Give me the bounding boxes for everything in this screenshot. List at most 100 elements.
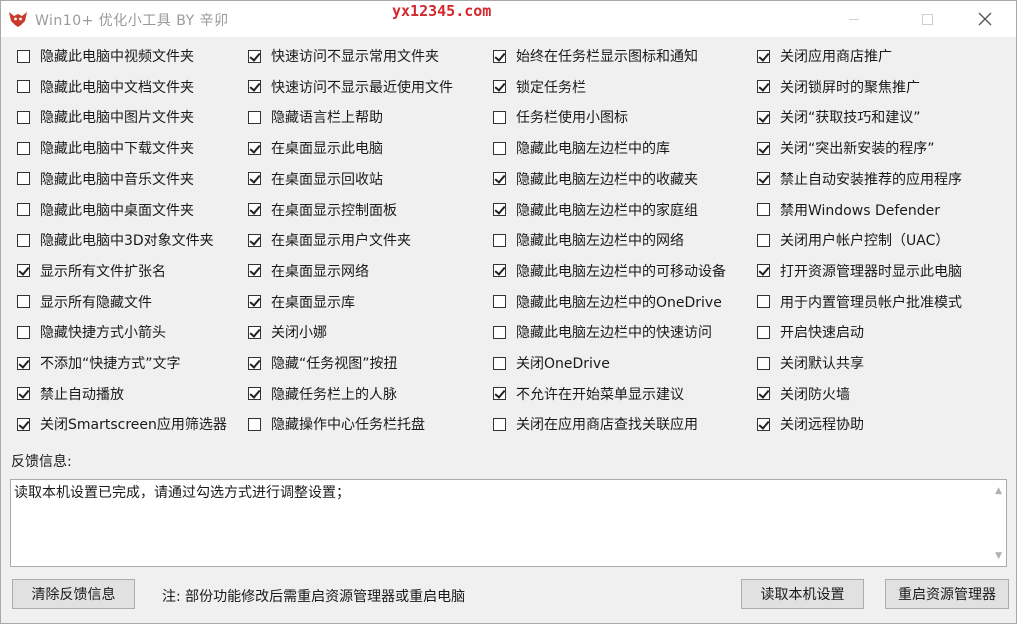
option-checkbox[interactable]: 禁止自动播放 xyxy=(17,383,124,405)
option-checkbox[interactable]: 关闭默认共享 xyxy=(757,352,864,374)
option-checkbox[interactable]: 隐藏此电脑中桌面文件夹 xyxy=(17,199,194,221)
option-checkbox[interactable]: 在桌面显示此电脑 xyxy=(248,137,383,159)
option-checkbox[interactable]: 关闭应用商店推广 xyxy=(757,45,892,67)
unchecked-box-icon[interactable] xyxy=(17,295,30,309)
unchecked-box-icon[interactable] xyxy=(493,325,506,339)
unchecked-box-icon[interactable] xyxy=(493,141,506,155)
checked-box-icon[interactable] xyxy=(248,295,261,309)
option-checkbox[interactable]: 隐藏此电脑中音乐文件夹 xyxy=(17,168,194,190)
option-checkbox[interactable]: 不允许在开始菜单显示建议 xyxy=(493,383,684,405)
checked-box-icon[interactable] xyxy=(757,387,770,401)
option-checkbox[interactable]: 显示所有文件扩张名 xyxy=(17,260,166,282)
unchecked-box-icon[interactable] xyxy=(248,417,261,431)
option-checkbox[interactable]: 隐藏此电脑左边栏中的收藏夹 xyxy=(493,168,698,190)
option-checkbox[interactable]: 关闭远程协助 xyxy=(757,413,864,435)
checked-box-icon[interactable] xyxy=(757,141,770,155)
option-checkbox[interactable]: 隐藏快捷方式小箭头 xyxy=(17,321,166,343)
unchecked-box-icon[interactable] xyxy=(757,203,770,216)
checked-box-icon[interactable] xyxy=(757,417,770,431)
option-checkbox[interactable]: 关闭小娜 xyxy=(248,321,327,343)
unchecked-box-icon[interactable] xyxy=(17,110,30,124)
option-checkbox[interactable]: 开启快速启动 xyxy=(757,321,864,343)
checked-box-icon[interactable] xyxy=(17,356,30,370)
option-checkbox[interactable]: 隐藏“任务视图”按扭 xyxy=(248,352,398,374)
option-checkbox[interactable]: 禁用Windows Defender xyxy=(757,199,940,221)
unchecked-box-icon[interactable] xyxy=(17,172,30,186)
option-checkbox[interactable]: 锁定任务栏 xyxy=(493,76,586,98)
option-checkbox[interactable]: 禁止自动安装推荐的应用程序 xyxy=(757,168,962,190)
scroll-down-icon[interactable]: ▼ xyxy=(995,551,1002,561)
checked-box-icon[interactable] xyxy=(493,172,506,186)
option-checkbox[interactable]: 隐藏此电脑左边栏中的网络 xyxy=(493,229,684,251)
option-checkbox[interactable]: 隐藏此电脑左边栏中的家庭组 xyxy=(493,199,698,221)
unchecked-box-icon[interactable] xyxy=(757,325,770,339)
option-checkbox[interactable]: 隐藏任务栏上的人脉 xyxy=(248,383,397,405)
checked-box-icon[interactable] xyxy=(248,49,261,63)
option-checkbox[interactable]: 快速访问不显示最近使用文件 xyxy=(248,76,453,98)
option-checkbox[interactable]: 隐藏此电脑中文档文件夹 xyxy=(17,76,194,98)
unchecked-box-icon[interactable] xyxy=(493,233,506,247)
unchecked-box-icon[interactable] xyxy=(493,295,506,309)
unchecked-box-icon[interactable] xyxy=(17,203,30,216)
option-checkbox[interactable]: 隐藏此电脑左边栏中的快速访问 xyxy=(493,321,712,343)
option-checkbox[interactable]: 在桌面显示用户文件夹 xyxy=(248,229,411,251)
option-checkbox[interactable]: 隐藏此电脑中3D对象文件夹 xyxy=(17,229,214,251)
option-checkbox[interactable]: 关闭防火墙 xyxy=(757,383,850,405)
checked-box-icon[interactable] xyxy=(17,264,30,278)
feedback-textarea[interactable]: 读取本机设置已完成，请通过勾选方式进行调整设置； ▲ ▼ xyxy=(10,479,1007,567)
unchecked-box-icon[interactable] xyxy=(493,110,506,124)
option-checkbox[interactable]: 关闭Smartscreen应用筛选器 xyxy=(17,413,227,435)
option-checkbox[interactable]: 用于内置管理员帐户批准模式 xyxy=(757,291,962,313)
checked-box-icon[interactable] xyxy=(493,49,506,63)
option-checkbox[interactable]: 隐藏操作中心任务栏托盘 xyxy=(248,413,425,435)
checked-box-icon[interactable] xyxy=(493,80,506,94)
option-checkbox[interactable]: 在桌面显示库 xyxy=(248,291,355,313)
option-checkbox[interactable]: 打开资源管理器时显示此电脑 xyxy=(757,260,962,282)
restart-explorer-button[interactable]: 重启资源管理器 xyxy=(885,579,1009,609)
checked-box-icon[interactable] xyxy=(493,203,506,216)
checked-box-icon[interactable] xyxy=(248,172,261,186)
option-checkbox[interactable]: 关闭OneDrive xyxy=(493,352,610,374)
checked-box-icon[interactable] xyxy=(17,417,30,431)
option-checkbox[interactable]: 关闭锁屏时的聚焦推广 xyxy=(757,76,920,98)
option-checkbox[interactable]: 隐藏此电脑中下载文件夹 xyxy=(17,137,194,159)
unchecked-box-icon[interactable] xyxy=(17,80,30,94)
minimize-button[interactable] xyxy=(831,1,877,37)
option-checkbox[interactable]: 关闭用户帐户控制（UAC） xyxy=(757,229,949,251)
checked-box-icon[interactable] xyxy=(248,264,261,278)
checked-box-icon[interactable] xyxy=(248,325,261,339)
option-checkbox[interactable]: 始终在任务栏显示图标和通知 xyxy=(493,45,698,67)
checked-box-icon[interactable] xyxy=(248,387,261,401)
title-bar[interactable]: Win10+ 优化小工具 BY 辛卯 yx12345.com xyxy=(1,1,1016,37)
option-checkbox[interactable]: 隐藏此电脑中图片文件夹 xyxy=(17,106,194,128)
checked-box-icon[interactable] xyxy=(757,80,770,94)
checked-box-icon[interactable] xyxy=(757,172,770,186)
option-checkbox[interactable]: 隐藏语言栏上帮助 xyxy=(248,106,383,128)
checked-box-icon[interactable] xyxy=(493,264,506,278)
checked-box-icon[interactable] xyxy=(248,233,261,247)
option-checkbox[interactable]: 隐藏此电脑左边栏中的可移动设备 xyxy=(493,260,726,282)
option-checkbox[interactable]: 关闭“突出新安装的程序” xyxy=(757,137,935,159)
option-checkbox[interactable]: 隐藏此电脑左边栏中的OneDrive xyxy=(493,291,722,313)
unchecked-box-icon[interactable] xyxy=(757,295,770,309)
checked-box-icon[interactable] xyxy=(248,141,261,155)
unchecked-box-icon[interactable] xyxy=(17,233,30,247)
option-checkbox[interactable]: 在桌面显示网络 xyxy=(248,260,369,282)
unchecked-box-icon[interactable] xyxy=(493,356,506,370)
option-checkbox[interactable]: 关闭“获取技巧和建议” xyxy=(757,106,921,128)
checked-box-icon[interactable] xyxy=(248,356,261,370)
clear-feedback-button[interactable]: 清除反馈信息 xyxy=(12,579,135,609)
read-settings-button[interactable]: 读取本机设置 xyxy=(741,579,864,609)
unchecked-box-icon[interactable] xyxy=(17,325,30,339)
option-checkbox[interactable]: 在桌面显示控制面板 xyxy=(248,199,397,221)
checked-box-icon[interactable] xyxy=(248,80,261,94)
checked-box-icon[interactable] xyxy=(17,387,30,401)
close-button[interactable] xyxy=(961,1,1007,37)
checked-box-icon[interactable] xyxy=(248,203,261,216)
option-checkbox[interactable]: 快速访问不显示常用文件夹 xyxy=(248,45,439,67)
option-checkbox[interactable]: 关闭在应用商店查找关联应用 xyxy=(493,413,698,435)
maximize-button[interactable] xyxy=(904,1,950,37)
checked-box-icon[interactable] xyxy=(757,264,770,278)
checked-box-icon[interactable] xyxy=(757,49,770,63)
option-checkbox[interactable]: 隐藏此电脑中视频文件夹 xyxy=(17,45,194,67)
